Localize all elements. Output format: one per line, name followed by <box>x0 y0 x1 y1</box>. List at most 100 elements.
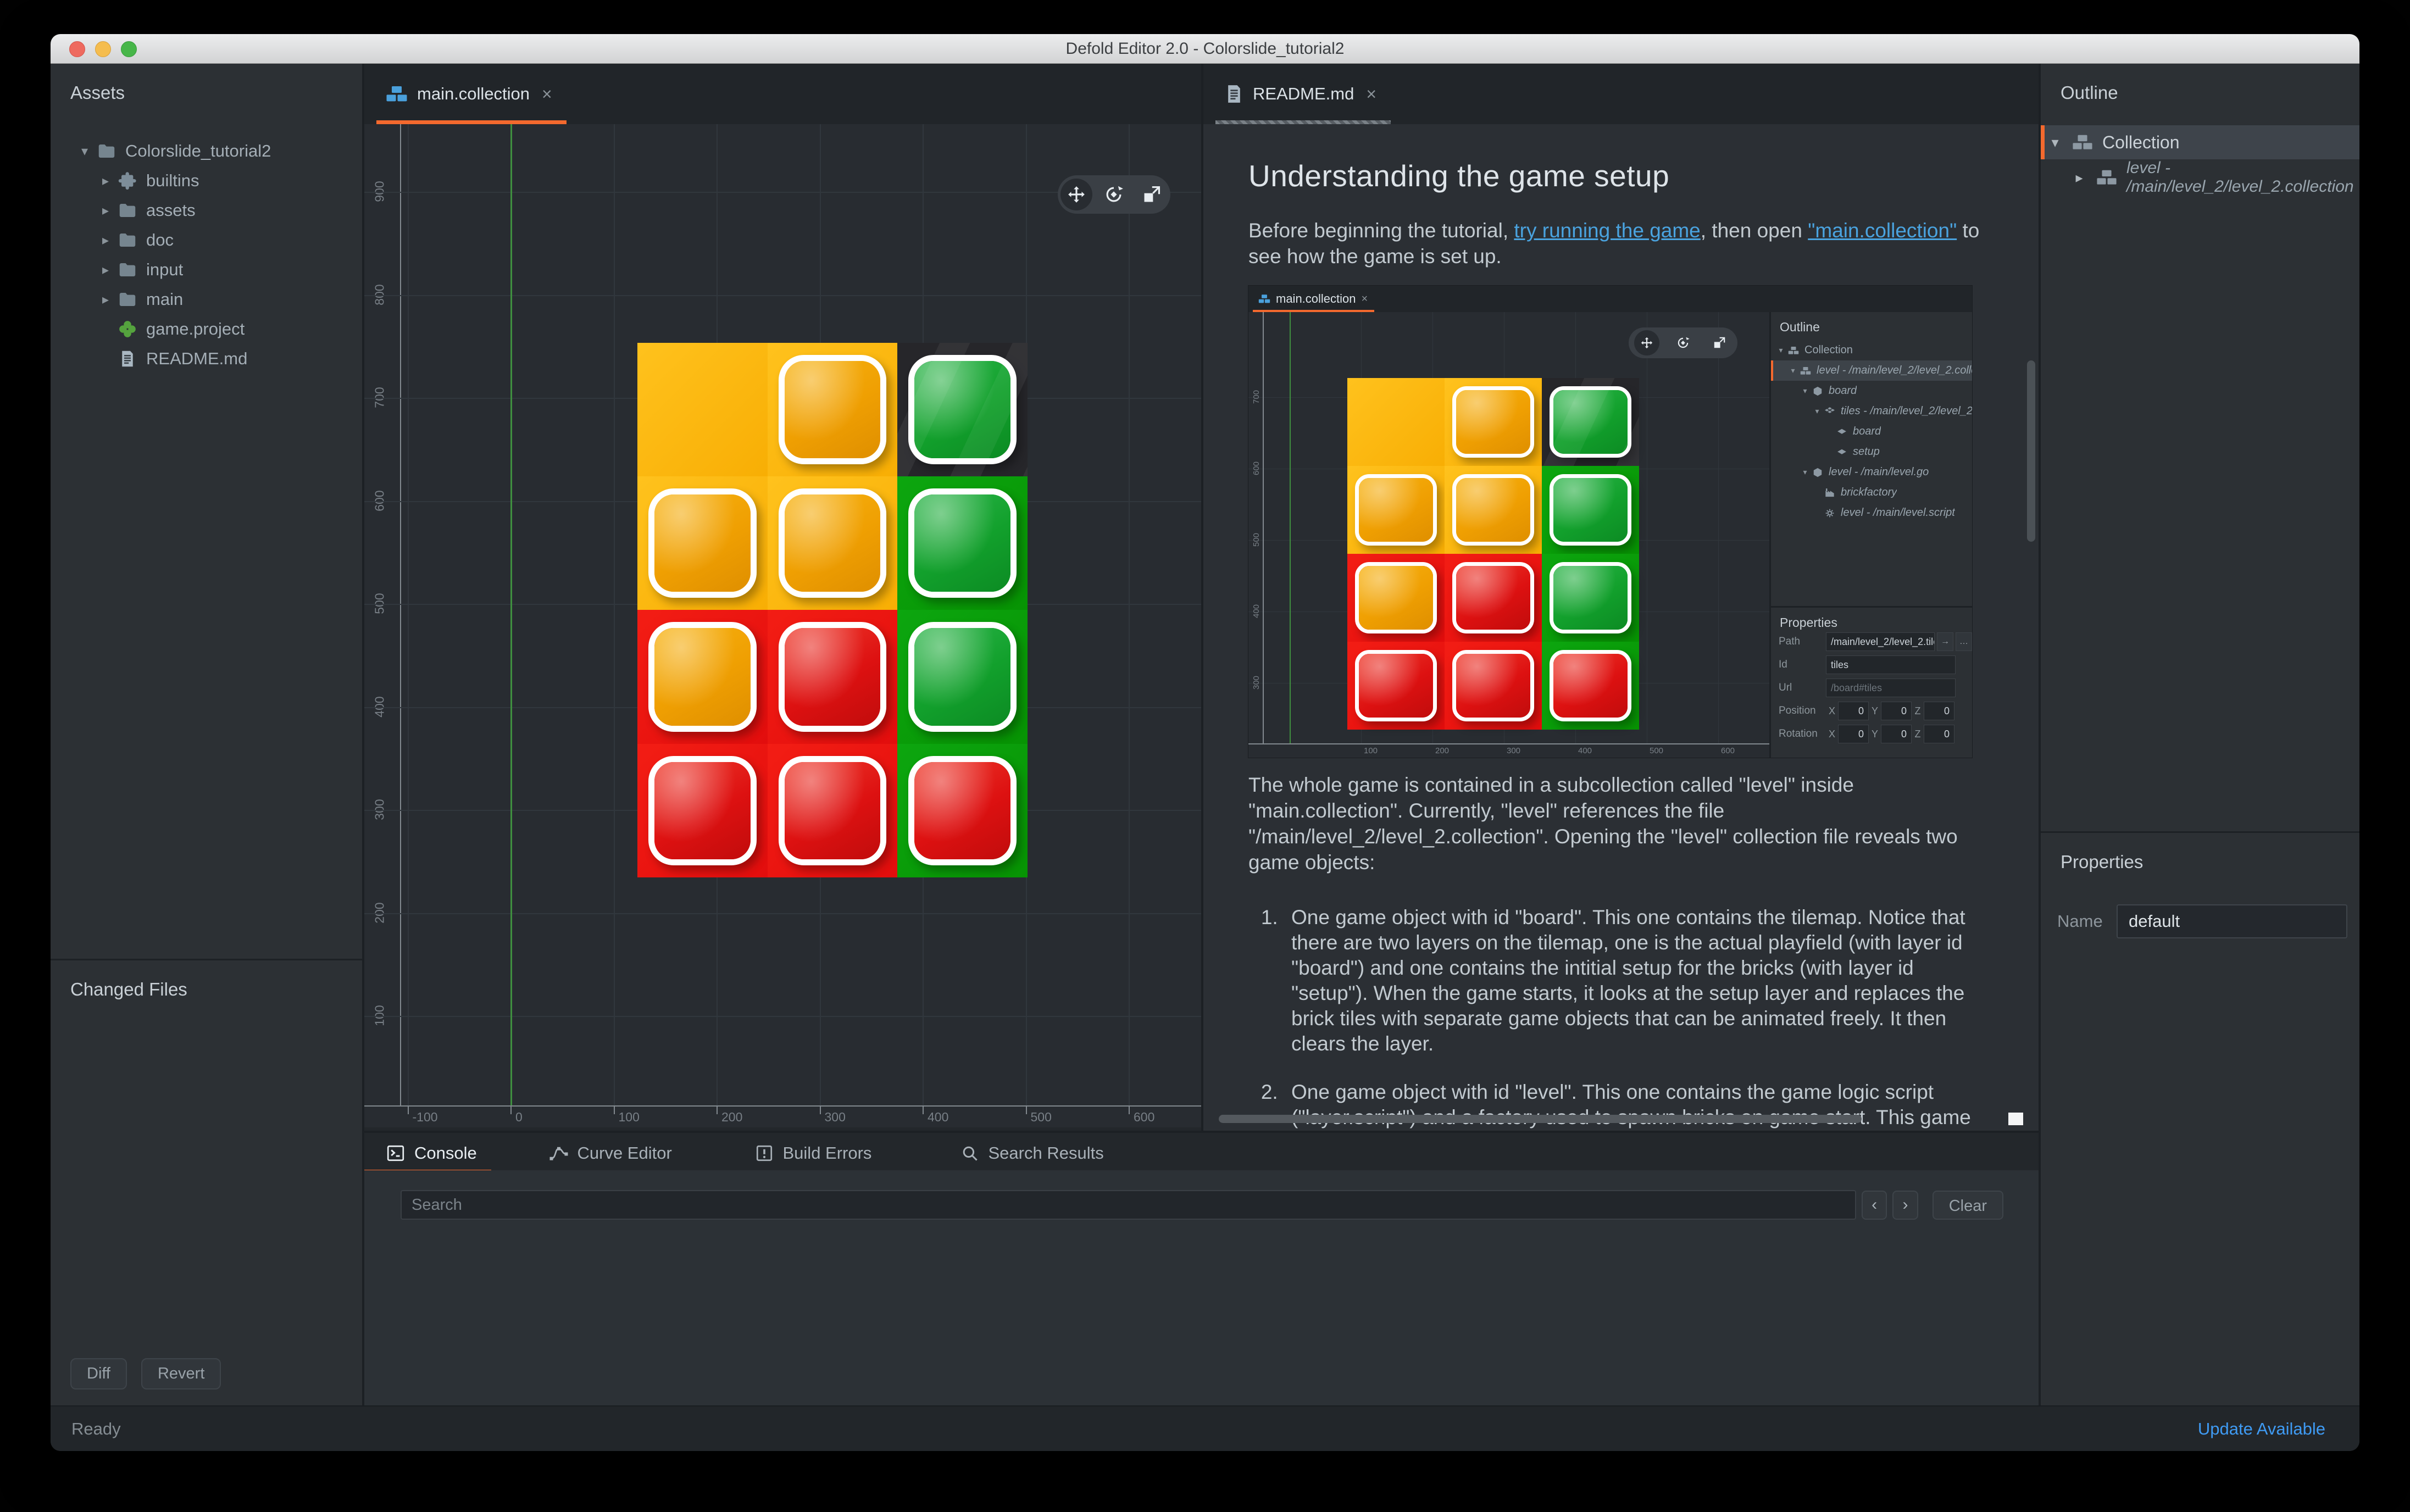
brick-sheen <box>785 361 881 458</box>
tile-cell-green[interactable] <box>897 744 1028 877</box>
chevron-down-icon: ▾ <box>1800 468 1811 477</box>
tile-cell-green[interactable] <box>897 476 1028 610</box>
console-tab-label: Search Results <box>989 1143 1104 1163</box>
chevron-right-icon[interactable]: ▸ <box>96 173 115 189</box>
brick-sheen <box>1456 654 1530 718</box>
chevron-right-icon[interactable]: ▸ <box>2065 169 2094 186</box>
axis-value: 0 <box>1924 725 1954 743</box>
assets-tree-item-assets[interactable]: ▸assets <box>51 196 362 225</box>
tile-brick-red[interactable] <box>779 622 887 731</box>
tab-main-collection[interactable]: main.collection × <box>376 64 567 124</box>
tile-brick-green[interactable] <box>908 488 1017 598</box>
layer-icon <box>1835 447 1849 458</box>
scale-icon <box>1712 336 1726 350</box>
name-field[interactable] <box>2117 904 2347 938</box>
embed-outline-item: brickfactory <box>1771 482 1972 503</box>
scene-canvas[interactable]: 900800700600500400300200100 <box>364 124 1201 1105</box>
clear-button[interactable]: Clear <box>1933 1191 2003 1220</box>
tile-cell-red[interactable] <box>637 744 768 877</box>
chevron-right-icon[interactable]: ▸ <box>96 292 115 308</box>
tile-brick-orange[interactable] <box>779 355 887 464</box>
tile-cell-red <box>1445 642 1542 730</box>
grid-line <box>364 295 1201 296</box>
embed-outline-item: ▾level - /main/level_2/level_2.collectio… <box>1771 360 1972 381</box>
brick-sheen <box>785 628 881 725</box>
revert-button[interactable]: Revert <box>141 1358 221 1389</box>
chevron-down-icon[interactable]: ▾ <box>2041 134 2069 151</box>
tile-brick-green[interactable] <box>908 355 1017 464</box>
cube-icon <box>1811 386 1825 397</box>
assets-tree-item-readme-md[interactable]: README.md <box>51 344 362 374</box>
tile-cell-orange[interactable] <box>637 343 768 476</box>
assets-tree-item-colorslide-tutorial2[interactable]: ▾Colorslide_tutorial2 <box>51 136 362 166</box>
tile-cell-orange[interactable] <box>768 476 898 610</box>
outline-item-collection[interactable]: ▾ Collection <box>2041 125 2359 159</box>
scene-ruler-y: 900800700600500400300200100 <box>364 124 401 1105</box>
console-tab-console[interactable]: Console <box>385 1136 477 1170</box>
close-icon[interactable]: × <box>1366 84 1376 104</box>
tile-brick-orange <box>1355 474 1437 546</box>
brick-face <box>1553 390 1628 454</box>
console-tab-build-errors[interactable]: Build Errors <box>753 1136 872 1170</box>
changed-files-header: Changed Files <box>51 960 362 1000</box>
search-input[interactable] <box>401 1190 1856 1220</box>
console-tab-search-results[interactable]: Search Results <box>959 1136 1104 1170</box>
rotate-icon <box>1676 336 1690 350</box>
tile-brick-red <box>1452 562 1534 633</box>
embed-sidebar: Outline▾Collection▾level - /main/level_2… <box>1769 312 1972 758</box>
tile-cell-orange[interactable] <box>637 476 768 610</box>
vertical-scrollbar[interactable] <box>2027 360 2035 542</box>
tile-brick-red[interactable] <box>648 756 757 865</box>
chevron-right-icon[interactable]: ▸ <box>96 262 115 278</box>
tab-readme[interactable]: README.md × <box>1215 64 1391 124</box>
property-label: Id <box>1779 659 1826 671</box>
horizontal-scrollbar[interactable] <box>1219 1115 1862 1123</box>
search-next-button[interactable]: › <box>1892 1191 1918 1220</box>
tile-brick-green[interactable] <box>908 622 1017 731</box>
screenshot-root: { "window": { "title": "Defold Editor 2.… <box>0 0 2410 1512</box>
assets-tree-item-label: input <box>146 260 183 280</box>
outline-item-level[interactable]: ▸ level - /main/level_2/level_2.collecti… <box>2065 160 2359 194</box>
chevron-right-icon[interactable]: ▸ <box>96 203 115 219</box>
rotate-icon <box>1103 184 1124 205</box>
search-prev-button[interactable]: ‹ <box>1862 1191 1887 1220</box>
tile-cell-red[interactable] <box>768 610 898 743</box>
assets-tree-item-doc[interactable]: ▸doc <box>51 225 362 255</box>
tile-brick-red[interactable] <box>779 756 887 865</box>
update-available-link[interactable]: Update Available <box>2198 1407 2325 1451</box>
readme-content[interactable]: Understanding the game setup Before begi… <box>1203 124 2039 1131</box>
bricks-icon <box>1786 345 1801 356</box>
assets-tree-item-game-project[interactable]: game.project <box>51 314 362 344</box>
tile-cell-red[interactable] <box>768 744 898 877</box>
tile-cell-red[interactable] <box>637 610 768 743</box>
readme-link[interactable]: try running the game <box>1514 219 1700 242</box>
tile-map[interactable] <box>637 343 1028 877</box>
chevron-right-icon[interactable]: ▸ <box>96 232 115 248</box>
property-label: Rotation <box>1779 728 1826 740</box>
rotate-tool-button[interactable] <box>1098 179 1130 210</box>
tile-brick-orange[interactable] <box>779 488 887 598</box>
embed-outline-item-label: brickfactory <box>1841 486 1897 499</box>
close-icon: × <box>1362 293 1368 305</box>
tile-cell-orange[interactable] <box>768 343 898 476</box>
assets-tree-item-builtins[interactable]: ▸builtins <box>51 166 362 196</box>
brick-sheen <box>785 494 881 592</box>
tile-cell-dark[interactable] <box>897 343 1028 476</box>
outline-header: Outline <box>2041 64 2359 103</box>
tile-brick-orange[interactable] <box>648 488 757 598</box>
diff-button[interactable]: Diff <box>70 1358 127 1389</box>
tile-brick-red[interactable] <box>908 756 1017 865</box>
readme-link[interactable]: "main.collection" <box>1808 219 1957 242</box>
close-icon[interactable]: × <box>542 84 552 104</box>
console-tab-curve-editor[interactable]: Curve Editor <box>548 1136 672 1170</box>
tile-cell-orange <box>1347 466 1445 554</box>
tile-brick-orange[interactable] <box>648 622 757 731</box>
chevron-down-icon[interactable]: ▾ <box>75 143 95 159</box>
move-tool-button[interactable] <box>1060 179 1092 210</box>
assets-tree-item-input[interactable]: ▸ input <box>51 255 362 285</box>
scale-tool-button[interactable] <box>1136 179 1168 210</box>
tile-cell-red <box>1445 554 1542 642</box>
tile-cell-green[interactable] <box>897 610 1028 743</box>
assets-tree-item-main[interactable]: ▸main <box>51 285 362 314</box>
ruler-label: 600 <box>1134 1110 1154 1125</box>
